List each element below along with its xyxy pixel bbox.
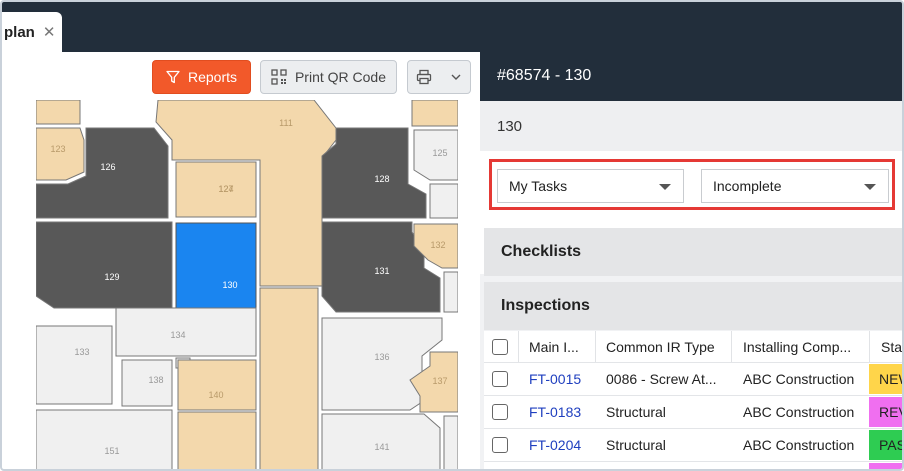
room-label: 130 xyxy=(222,280,237,290)
inspection-id-link[interactable]: FT-0015 xyxy=(529,363,591,395)
inspection-id-link[interactable]: FT-0204 xyxy=(529,429,591,461)
tab-label: plan xyxy=(4,23,35,41)
inspections-section[interactable]: Inspections xyxy=(484,282,902,330)
room-label: 133 xyxy=(74,347,89,357)
room-right-col[interactable] xyxy=(429,183,458,219)
select-all-checkbox[interactable] xyxy=(492,339,508,355)
room-138[interactable] xyxy=(121,359,173,407)
detail-subheader: 130 xyxy=(480,101,902,151)
status-filter-value: Incomplete xyxy=(713,178,782,194)
room-label: 131 xyxy=(374,266,389,276)
ir-type-cell: Structural xyxy=(606,437,666,453)
room-top-left[interactable] xyxy=(36,100,81,125)
status-badge: NEW xyxy=(869,364,902,394)
row-checkbox[interactable] xyxy=(492,437,508,453)
room-label: 111 xyxy=(279,118,293,128)
room-label: 132 xyxy=(430,240,445,250)
inspections-table: Main I... Common IR Type Installing Comp… xyxy=(484,331,902,469)
checklists-section[interactable]: Checklists xyxy=(484,228,902,276)
checklists-title: Checklists xyxy=(501,243,582,260)
floor-plan[interactable]: 111 123 124 125 126 127 128 129 130 131 … xyxy=(36,100,458,471)
room-label: 134 xyxy=(170,330,185,340)
table-row[interactable] xyxy=(484,462,902,469)
top-bar: plan ✕ xyxy=(2,2,902,52)
room-label: 141 xyxy=(374,442,389,452)
room-129[interactable] xyxy=(36,221,173,309)
reports-label: Reports xyxy=(187,69,238,85)
print-menu-button[interactable] xyxy=(407,60,471,94)
room-top-right[interactable] xyxy=(411,100,458,127)
inspections-title: Inspections xyxy=(501,297,590,314)
column-header-main-id[interactable]: Main I... xyxy=(529,331,591,362)
room-124[interactable] xyxy=(36,127,85,181)
task-filter-select[interactable]: My Tasks xyxy=(497,169,684,203)
table-header-row: Main I... Common IR Type Installing Comp… xyxy=(484,331,902,363)
room-label: 136 xyxy=(374,352,389,362)
ir-type-cell: 0086 - Screw At... xyxy=(606,371,717,387)
qr-code-icon xyxy=(271,69,287,85)
status-filter-select[interactable]: Incomplete xyxy=(701,169,889,203)
print-qr-button[interactable]: Print QR Code xyxy=(260,60,397,94)
plan-toolbar: Reports Print QR Code xyxy=(2,60,480,96)
room-133[interactable] xyxy=(36,325,113,405)
room-label: 126 xyxy=(100,162,115,172)
room-label: 137 xyxy=(432,376,447,386)
row-checkbox[interactable] xyxy=(492,404,508,420)
print-qr-label: Print QR Code xyxy=(294,69,387,85)
filters-highlight: My Tasks Incomplete xyxy=(489,159,895,210)
detail-title: #68574 - 130 xyxy=(497,67,592,84)
close-icon[interactable]: ✕ xyxy=(43,23,56,41)
caret-down-icon xyxy=(659,184,671,190)
table-row[interactable]: FT-0204 Structural ABC Construction PAS xyxy=(484,429,902,462)
caret-down-icon xyxy=(864,184,876,190)
room-label: 140 xyxy=(208,390,223,400)
room-140[interactable] xyxy=(177,359,257,411)
column-header-ir-type[interactable]: Common IR Type xyxy=(606,331,728,362)
room-127[interactable] xyxy=(175,161,257,218)
filter-icon xyxy=(166,70,180,84)
room-140-lower[interactable] xyxy=(177,411,257,471)
status-badge xyxy=(869,463,902,469)
room-label: 151 xyxy=(104,446,119,456)
room-134[interactable] xyxy=(115,307,257,357)
printer-icon xyxy=(416,69,432,85)
chevron-down-icon xyxy=(451,74,461,80)
column-header-status[interactable]: Stat xyxy=(881,331,902,362)
company-cell: ABC Construction xyxy=(743,371,855,387)
company-cell: ABC Construction xyxy=(743,404,855,420)
room-151[interactable] xyxy=(36,409,173,471)
table-row[interactable]: FT-0183 Structural ABC Construction REV xyxy=(484,396,902,429)
room-label: 127 xyxy=(218,184,233,194)
reports-button[interactable]: Reports xyxy=(152,60,251,94)
inspection-id-link[interactable]: FT-0183 xyxy=(529,396,591,428)
corridor[interactable] xyxy=(259,287,319,471)
status-badge: PAS xyxy=(869,430,902,460)
room-label: 123 xyxy=(50,144,65,154)
room-130[interactable] xyxy=(175,222,257,319)
room-right-low[interactable] xyxy=(443,415,458,471)
detail-subtitle: 130 xyxy=(497,118,523,135)
row-checkbox[interactable] xyxy=(492,371,508,387)
room-label: 138 xyxy=(148,375,163,385)
detail-header: #68574 - 130 xyxy=(480,52,902,101)
room-label: 129 xyxy=(104,272,119,282)
app-window: plan ✕ Reports Print QR Code 111 123 124… xyxy=(0,0,904,471)
room-right-mid[interactable] xyxy=(443,271,458,313)
status-badge: REV xyxy=(869,397,902,427)
table-row[interactable]: FT-0015 0086 - Screw At... ABC Construct… xyxy=(484,363,902,396)
room-label: 128 xyxy=(374,174,389,184)
column-header-company[interactable]: Installing Comp... xyxy=(743,331,867,362)
tab-floorplan[interactable]: plan ✕ xyxy=(2,12,62,52)
room-label: 125 xyxy=(432,148,447,158)
detail-pane: #68574 - 130 130 My Tasks Incomplete Che… xyxy=(480,52,902,469)
company-cell: ABC Construction xyxy=(743,437,855,453)
ir-type-cell: Structural xyxy=(606,404,666,420)
task-filter-value: My Tasks xyxy=(509,178,568,194)
